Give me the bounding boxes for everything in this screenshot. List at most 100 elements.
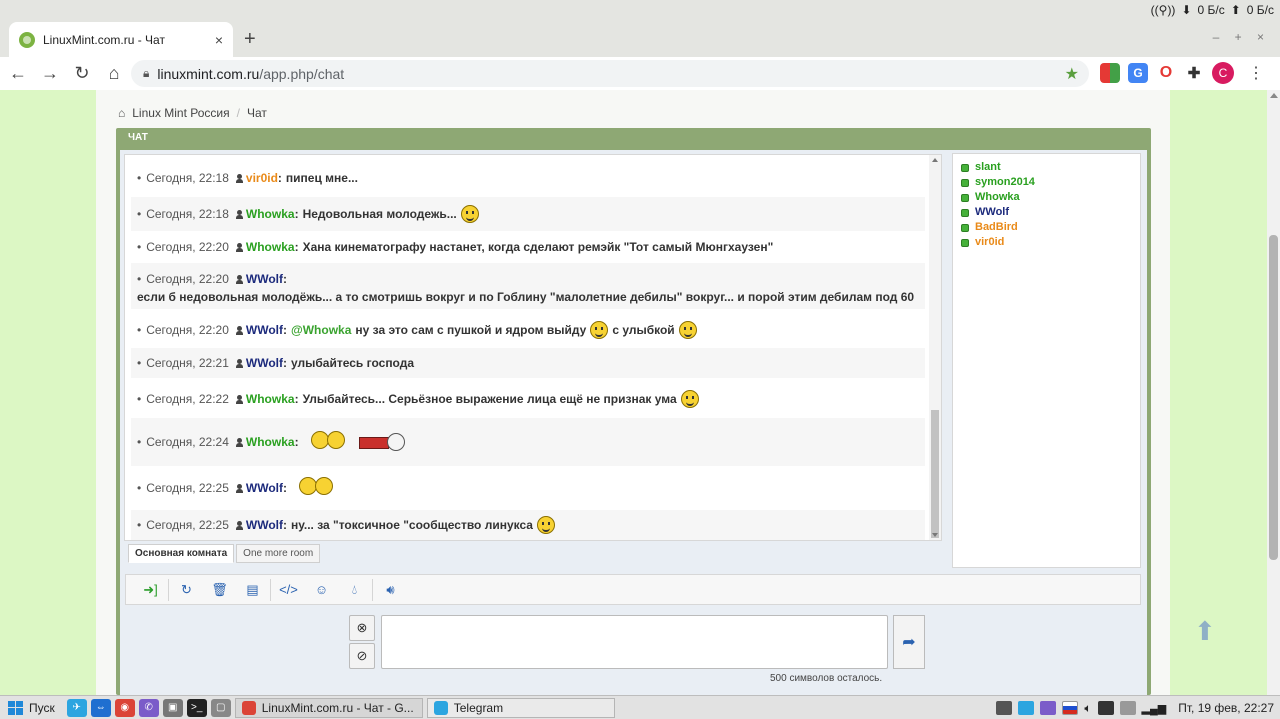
message-text: Улыбайтесь... Серьёзное выражение лица е… — [302, 392, 677, 406]
cancel-icon[interactable]: ⊘ — [349, 643, 375, 669]
send-button[interactable]: ➦ — [893, 615, 925, 669]
camera-launcher-icon[interactable]: ▣ — [162, 698, 183, 717]
teamviewer-launcher-icon[interactable]: ⇔ — [90, 698, 111, 717]
bullet: • — [137, 272, 142, 286]
smile-icon[interactable]: ☺ — [305, 578, 338, 602]
scrollbar-thumb[interactable] — [931, 410, 939, 538]
message-time: Сегодня, 22:20 — [146, 240, 229, 254]
message-mention[interactable]: @Whowka — [291, 321, 351, 339]
message-author[interactable]: vir0id — [246, 169, 278, 187]
online-user-name[interactable]: vir0id — [975, 235, 1004, 250]
message-author[interactable]: WWolf — [246, 516, 283, 534]
message-author[interactable]: WWolf — [246, 321, 283, 339]
scroll-to-top-icon[interactable]: ⬆ — [1194, 616, 1216, 647]
volume-icon[interactable]: 🔈︎ — [1084, 701, 1091, 716]
tray-grid-icon[interactable] — [996, 701, 1013, 715]
clock[interactable]: Пт, 19 фев, 22:27 — [1178, 701, 1274, 715]
tray-telegram-icon[interactable] — [1018, 701, 1035, 715]
menu-kebab-icon[interactable]: ⋮ — [1248, 63, 1264, 83]
opera-o-icon[interactable]: O — [1156, 63, 1176, 83]
message-author[interactable]: Whowka — [246, 433, 295, 451]
message-list-scrollbar[interactable] — [929, 155, 941, 540]
message-author[interactable]: Whowka — [246, 238, 295, 256]
message-author[interactable]: WWolf — [246, 354, 283, 372]
reload-icon[interactable]: ↻ — [68, 63, 96, 84]
message-input[interactable] — [381, 615, 888, 669]
user-icon — [235, 325, 243, 335]
online-user[interactable]: vir0id — [961, 235, 1132, 250]
home-icon[interactable]: ⌂ — [118, 106, 125, 120]
url-host: linuxmint.com.ru — [157, 65, 260, 82]
message-text: пипец мне... — [285, 171, 358, 185]
bbcode-close-icon[interactable]: ⊗ — [349, 615, 375, 641]
scroll-down-icon[interactable] — [932, 533, 938, 537]
start-button[interactable]: Пуск — [0, 696, 63, 719]
bookmark-star-icon[interactable]: ★ — [1065, 64, 1079, 84]
chat-message: • Сегодня, 22:20 WWolf: @Whowka ну за эт… — [131, 315, 925, 345]
chrome-launcher-icon[interactable]: ◉ — [114, 698, 135, 717]
back-arrow-icon[interactable]: ← — [4, 63, 32, 84]
scroll-up-icon[interactable] — [1270, 93, 1278, 98]
breadcrumb-home-link[interactable]: Linux Mint Россия — [132, 106, 229, 120]
puzzle-extensions-icon[interactable]: ✚ — [1184, 63, 1204, 83]
chat-message: • Сегодня, 22:20 WWolf: если б недовольн… — [131, 263, 925, 309]
home-icon[interactable]: ⌂ — [100, 63, 128, 84]
new-tab-button[interactable]: + — [244, 28, 256, 51]
message-author[interactable]: WWolf — [246, 270, 283, 288]
apps-grid-icon[interactable] — [1100, 63, 1120, 83]
task-chrome[interactable]: LinuxMint.com.ru - Чат - G... — [234, 697, 423, 718]
online-user-name[interactable]: slant — [975, 160, 1001, 175]
russian-flag-icon[interactable] — [1062, 701, 1079, 715]
refresh-icon[interactable]: ↻ — [170, 578, 203, 602]
smiley-icon — [680, 390, 699, 408]
profile-avatar[interactable]: C — [1212, 62, 1234, 84]
message-author[interactable]: Whowka — [246, 205, 295, 223]
tab-more-room[interactable]: One more room — [236, 544, 321, 563]
online-user[interactable]: BadBird — [961, 220, 1132, 235]
tray-viber-icon[interactable] — [1040, 701, 1057, 715]
online-user[interactable]: Whowka — [961, 190, 1132, 205]
tray-app-icon[interactable] — [1097, 701, 1114, 715]
online-user-name[interactable]: BadBird — [975, 220, 1018, 235]
archive-icon[interactable]: ▤ — [236, 578, 269, 602]
cheers-smiley-icon — [309, 429, 349, 455]
address-bar[interactable]: 🔒︎ linuxmint.com.ru /app.php/chat ★ — [131, 60, 1089, 87]
translate-icon[interactable]: G — [1128, 63, 1148, 83]
app-launcher-icon[interactable]: ▢ — [210, 698, 231, 717]
breadcrumb-current[interactable]: Чат — [247, 106, 267, 120]
tab-main-room[interactable]: Основная комната — [128, 544, 235, 563]
online-user[interactable]: WWolf — [961, 205, 1132, 220]
message-author[interactable]: Whowka — [246, 390, 295, 408]
tab-title: LinuxMint.com.ru - Чат — [43, 32, 165, 47]
online-user[interactable]: slant — [961, 160, 1132, 175]
lock-icon[interactable]: 🔒︎ — [143, 66, 149, 81]
page-scrollbar[interactable] — [1267, 90, 1280, 695]
scroll-up-icon[interactable] — [932, 158, 938, 162]
online-user-name[interactable]: Whowka — [975, 190, 1020, 205]
scrollbar-thumb[interactable] — [1269, 235, 1278, 560]
taskbar: Пуск ✈ ⇔ ◉ ✆ ▣ >_ ▢ LinuxMint.com.ru - Ч… — [0, 695, 1280, 719]
tab-close-icon[interactable]: × — [215, 32, 223, 48]
task-telegram[interactable]: Telegram — [426, 697, 615, 718]
telegram-launcher-icon[interactable]: ✈ — [66, 698, 87, 717]
online-status-icon — [961, 208, 969, 217]
online-user[interactable]: symon2014 — [961, 175, 1132, 190]
viber-launcher-icon[interactable]: ✆ — [138, 698, 159, 717]
trash-icon[interactable]: 🗑︎ — [203, 578, 236, 602]
message-author[interactable]: WWolf — [246, 479, 283, 497]
sound-icon[interactable]: 🔊︎ — [374, 578, 407, 602]
enter-icon[interactable]: ➜] — [134, 578, 167, 602]
color-drop-icon[interactable]: 💧︎ — [338, 578, 371, 602]
code-icon[interactable]: </> — [272, 578, 305, 602]
forward-arrow-icon[interactable]: → — [36, 63, 64, 84]
terminal-launcher-icon[interactable]: >_ — [186, 698, 207, 717]
bullet: • — [137, 392, 142, 406]
window-controls[interactable]: – + × — [1213, 30, 1270, 44]
tray-network-icon[interactable] — [1119, 701, 1136, 715]
net-up-speed: 0 Б/с — [1246, 3, 1274, 17]
browser-tab[interactable]: LinuxMint.com.ru - Чат × — [9, 22, 233, 57]
page-viewport: ⌂ Linux Mint Россия / Чат ЧАТ • Сегодня,… — [0, 90, 1267, 695]
online-user-name[interactable]: WWolf — [975, 205, 1009, 220]
online-user-name[interactable]: symon2014 — [975, 175, 1035, 190]
signal-icon[interactable]: ▂▄▆ — [1142, 702, 1167, 715]
